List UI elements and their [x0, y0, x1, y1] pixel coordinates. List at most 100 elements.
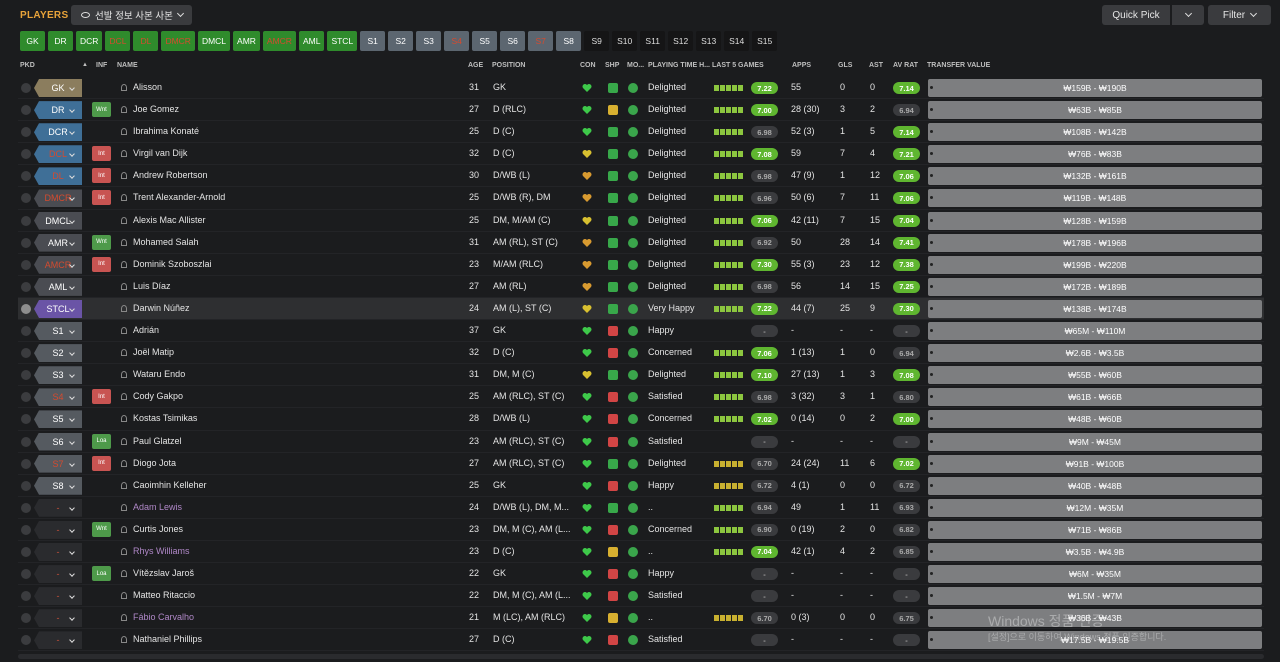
- table-row[interactable]: DCR Ibrahima Konaté 25 D (C) Delighted 6.98 52…: [18, 121, 1264, 144]
- table-row[interactable]: STCL Darwin Núñez 24 AM (L), ST (C) Very Hap…: [18, 297, 1264, 321]
- col-position[interactable]: POSITION: [492, 62, 525, 69]
- table-row[interactable]: S4 Int Cody Gakpo 25 AM (RLC), ST (C) Satisfi…: [18, 386, 1264, 409]
- pkd-position-tag[interactable]: -: [34, 565, 82, 584]
- player-name[interactable]: Luis Díaz: [133, 281, 171, 291]
- col-mo[interactable]: MO...: [627, 62, 644, 69]
- col-apps[interactable]: APPS: [792, 62, 811, 69]
- horizontal-scrollbar[interactable]: [18, 654, 1264, 659]
- pkd-position-tag[interactable]: DR: [34, 101, 82, 120]
- table-row[interactable]: DMCR Int Trent Alexander-Arnold 25 D/WB (R),…: [18, 187, 1264, 210]
- table-row[interactable]: GK Alisson 31 GK Delighted 7.22 55 0 0 7.14 ₩159B …: [18, 77, 1264, 100]
- col-gls[interactable]: GLS: [838, 62, 852, 69]
- position-button-amcr[interactable]: AMCR: [262, 31, 296, 51]
- table-row[interactable]: S8 Caoimhin Kelleher 25 GK Happy 6.72 4 (1) 0 0 6…: [18, 475, 1264, 497]
- select-checkbox[interactable]: [21, 237, 31, 248]
- pkd-position-tag[interactable]: -: [34, 631, 82, 650]
- table-row[interactable]: - Rhys Williams 23 D (C).. 7.04 42 (1) 4 2 6.85 ₩…: [18, 541, 1264, 564]
- table-row[interactable]: DCL Int Virgil van Dijk 32 D (C) Delighted 7.0…: [18, 143, 1264, 166]
- pkd-position-tag[interactable]: DCR: [34, 123, 82, 142]
- player-name[interactable]: Mohamed Salah: [133, 237, 199, 247]
- table-row[interactable]: S1 Adrián 37 GK Happy - - - - - ₩65M - ₩110M: [18, 320, 1264, 343]
- filter-button[interactable]: Filter: [1208, 5, 1271, 25]
- player-name[interactable]: Cody Gakpo: [133, 391, 183, 401]
- pkd-position-tag[interactable]: DMCR: [34, 189, 82, 208]
- table-row[interactable]: S3 Wataru Endo 31 DM, M (C) Delighted 7.10 27 …: [18, 364, 1264, 387]
- player-name[interactable]: Nathaniel Phillips: [133, 634, 202, 644]
- player-name[interactable]: Dominik Szoboszlai: [133, 259, 212, 269]
- position-button-amr[interactable]: AMR: [233, 31, 260, 51]
- position-button-s9[interactable]: S9: [584, 31, 610, 51]
- table-row[interactable]: S2 Joël Matip 32 D (C) Concerned 7.06 1 (13) 1 0…: [18, 342, 1264, 365]
- table-row[interactable]: - Adam Lewis 24 D/WB (L), DM, M..... 6.94 49 1…: [18, 497, 1264, 519]
- pkd-position-tag[interactable]: DCL: [34, 145, 82, 164]
- player-name[interactable]: Virgil van Dijk: [133, 148, 187, 158]
- player-name[interactable]: Curtis Jones: [133, 524, 183, 534]
- select-checkbox[interactable]: [21, 436, 31, 447]
- position-button-gk[interactable]: GK: [20, 31, 45, 51]
- player-name[interactable]: Ibrahima Konaté: [133, 126, 199, 136]
- col-ast[interactable]: AST: [869, 62, 883, 69]
- pkd-position-tag[interactable]: S3: [34, 366, 82, 385]
- position-button-s15[interactable]: S15: [752, 31, 778, 51]
- position-button-dr[interactable]: DR: [48, 31, 73, 51]
- col-age[interactable]: AGE: [468, 62, 483, 69]
- select-checkbox[interactable]: [21, 149, 31, 160]
- position-button-s8[interactable]: S8: [556, 31, 582, 51]
- player-name[interactable]: Vítězslav Jaroš: [133, 568, 194, 578]
- pkd-position-tag[interactable]: DL: [34, 167, 82, 186]
- player-name[interactable]: Wataru Endo: [133, 369, 185, 379]
- table-row[interactable]: AMR Wnt Mohamed Salah 31 AM (RL), ST (C) Deli…: [18, 232, 1264, 254]
- select-checkbox[interactable]: [21, 591, 31, 602]
- quick-pick-button[interactable]: Quick Pick: [1102, 5, 1170, 25]
- select-checkbox[interactable]: [21, 281, 31, 292]
- pkd-position-tag[interactable]: S2: [34, 344, 82, 363]
- col-name[interactable]: NAME: [117, 62, 138, 69]
- table-row[interactable]: - Wnt Curtis Jones 23 DM, M (C), AM (L... Con…: [18, 519, 1264, 541]
- player-name[interactable]: Diogo Jota: [133, 458, 176, 468]
- table-row[interactable]: DMCL Alexis Mac Allister 25 DM, M/AM (C) Del…: [18, 210, 1264, 232]
- player-name[interactable]: Alisson: [133, 82, 162, 92]
- pkd-position-tag[interactable]: -: [34, 587, 82, 606]
- table-row[interactable]: DR Wnt Joe Gomez 27 D (RLC) Delighted 7.00 28 (…: [18, 99, 1264, 122]
- select-checkbox[interactable]: [21, 502, 31, 513]
- position-button-s11[interactable]: S11: [640, 31, 666, 51]
- player-name[interactable]: Adam Lewis: [133, 502, 182, 512]
- select-checkbox[interactable]: [21, 635, 31, 646]
- position-button-s2[interactable]: S2: [388, 31, 414, 51]
- col-shp[interactable]: SHP: [605, 62, 619, 69]
- position-button-dmcl[interactable]: DMCL: [197, 31, 231, 51]
- col-playing-time[interactable]: PLAYING TIME H...: [648, 62, 710, 69]
- select-checkbox[interactable]: [21, 193, 31, 204]
- position-button-s13[interactable]: S13: [696, 31, 722, 51]
- player-name[interactable]: Joël Matip: [133, 347, 174, 357]
- table-row[interactable]: - Loa Vítězslav Jaroš 22 GK Happy - - - - - ₩6M - ₩…: [18, 563, 1264, 586]
- select-checkbox[interactable]: [21, 83, 31, 93]
- position-button-s4[interactable]: S4: [444, 31, 470, 51]
- select-checkbox[interactable]: [21, 569, 31, 580]
- position-button-s10[interactable]: S10: [612, 31, 638, 51]
- player-name[interactable]: Trent Alexander-Arnold: [133, 192, 225, 202]
- player-name[interactable]: Adrián: [133, 325, 159, 335]
- position-button-s3[interactable]: S3: [416, 31, 442, 51]
- player-name[interactable]: Kostas Tsimikas: [133, 413, 197, 423]
- position-button-s5[interactable]: S5: [472, 31, 498, 51]
- select-checkbox[interactable]: [21, 370, 31, 381]
- player-name[interactable]: Caoimhin Kelleher: [133, 480, 207, 490]
- select-checkbox[interactable]: [21, 303, 31, 314]
- pkd-position-tag[interactable]: -: [34, 609, 82, 628]
- select-checkbox[interactable]: [21, 171, 31, 182]
- select-checkbox[interactable]: [21, 392, 31, 403]
- pkd-position-tag[interactable]: S5: [34, 410, 82, 429]
- select-checkbox[interactable]: [21, 326, 31, 337]
- select-checkbox[interactable]: [21, 215, 31, 226]
- player-name[interactable]: Rhys Williams: [133, 546, 190, 556]
- table-row[interactable]: DL Int Andrew Robertson 30 D/WB (L) Delighted…: [18, 165, 1264, 188]
- pkd-position-tag[interactable]: S4: [34, 388, 82, 407]
- select-checkbox[interactable]: [21, 259, 31, 270]
- position-button-s7[interactable]: S7: [528, 31, 554, 51]
- select-checkbox[interactable]: [21, 458, 31, 469]
- col-transfer-value[interactable]: TRANSFER VALUE: [927, 62, 990, 69]
- col-pkd[interactable]: PKD: [20, 62, 35, 69]
- player-name[interactable]: Andrew Robertson: [133, 170, 208, 180]
- select-checkbox[interactable]: [21, 127, 31, 138]
